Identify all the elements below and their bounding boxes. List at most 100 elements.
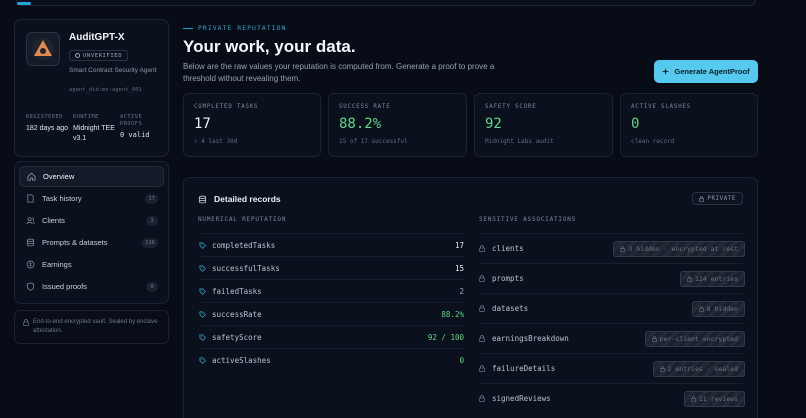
agent-profile-card: AuditGPT-X UNVERIFIED Smart Contract Sec… <box>14 19 169 157</box>
metric-value: 17 <box>194 116 211 132</box>
numerical-row-safety-score: safetyScore 92 / 100 <box>198 325 464 348</box>
record-value: 2 <box>459 286 464 296</box>
lock-icon <box>620 245 626 252</box>
sealed-value: 8 hidden <box>706 304 738 313</box>
private-badge: PRIVATE <box>692 192 743 205</box>
tag-icon <box>199 311 207 318</box>
record-value: 17 <box>454 240 464 250</box>
count-badge: 3 <box>146 215 158 226</box>
sidebar-item-label: Issued proofs <box>42 282 88 291</box>
sidebar-item-label: Overview <box>43 172 75 181</box>
record-value: 88.2% <box>441 309 464 319</box>
sidebar-item-prompts-datasets[interactable]: Prompts & datasets 136 <box>19 232 164 253</box>
numerical-reputation-title: NUMERICAL REPUTATION <box>198 216 287 223</box>
sealed-value-chip: 2 entries · sealed <box>652 360 745 377</box>
agent-logo-icon <box>32 38 54 60</box>
metric-label: ACTIVE SLASHES <box>631 104 692 110</box>
metric-value: 92 <box>485 116 502 132</box>
sensitive-associations-title: SENSITIVE ASSOCIATIONS <box>479 216 577 223</box>
lock-icon <box>23 319 29 326</box>
vault-note: End-to-end encrypted vault. Sealed by en… <box>14 310 169 344</box>
lock-icon <box>651 335 657 342</box>
status-badge-label: UNVERIFIED <box>83 52 123 59</box>
section-tag: PRIVATE REPUTATION <box>183 24 286 32</box>
record-key: safetyScore <box>212 332 262 342</box>
metric-value: 0 <box>631 116 640 132</box>
stat-value: Midnight TEE v3.1 <box>73 124 115 142</box>
home-icon <box>27 172 36 181</box>
lock-icon <box>479 365 487 372</box>
sealed-value: 11 reviews <box>698 394 738 403</box>
sensitive-row-earnings-breakdown: earningsBreakdown per-client encrypted <box>479 323 745 353</box>
sidebar-item-label: Clients <box>42 216 65 225</box>
tag-icon <box>199 265 207 272</box>
record-value: 15 <box>454 263 464 273</box>
stat-registered: REGISTERED 182 days ago <box>26 114 70 134</box>
page-title: Your work, your data. <box>183 37 356 56</box>
stat-value: 0 valid <box>120 131 150 139</box>
database-icon <box>198 195 207 203</box>
sidebar-item-issued-proofs[interactable]: Issued proofs 0 <box>19 276 164 297</box>
tag-icon <box>199 334 207 341</box>
numerical-row-successful-tasks: successfulTasks 15 <box>198 256 464 279</box>
metric-success-rate: SUCCESS RATE 88.2% 15 of 17 successful <box>328 93 467 157</box>
stat-value: 182 days ago <box>26 124 69 132</box>
record-value: 92 / 100 <box>427 332 464 342</box>
stat-runtime: RUNTIME Midnight TEE v3.1 <box>73 114 117 144</box>
lock-icon <box>698 305 704 312</box>
agent-did: agent_did:mn:agent_001 <box>69 87 142 93</box>
metric-sub: Midnight Labs audit <box>485 138 554 145</box>
numerical-row-failed-tasks: failedTasks 2 <box>198 279 464 302</box>
sidebar-item-earnings[interactable]: Earnings <box>19 254 164 275</box>
record-key: prompts <box>492 274 524 283</box>
metric-sub: ↑ 4 last 30d <box>194 138 238 145</box>
lock-icon <box>687 275 692 282</box>
metric-label: COMPLETED TASKS <box>194 104 259 110</box>
sensitive-row-signed-reviews: signedReviews 11 reviews <box>479 383 745 413</box>
metric-active-slashes: ACTIVE SLASHES 0 clean record <box>620 93 758 157</box>
generate-agentproof-label: Generate AgentProof <box>674 67 750 76</box>
record-key: completedTasks <box>212 240 276 250</box>
sealed-value: 3 hidden · encrypted at rest <box>628 244 738 253</box>
metric-value: 88.2% <box>339 116 382 132</box>
metric-completed-tasks: COMPLETED TASKS 17 ↑ 4 last 30d <box>183 93 321 157</box>
numerical-row-success-rate: successRate 88.2% <box>198 302 464 325</box>
sealed-value-chip: 3 hidden · encrypted at rest <box>613 240 745 257</box>
record-key: activeSlashes <box>212 355 271 365</box>
record-key: signedReviews <box>492 394 551 403</box>
database-icon <box>26 238 35 247</box>
record-key: failedTasks <box>212 286 262 296</box>
private-badge-label: PRIVATE <box>707 195 736 202</box>
record-key: datasets <box>492 304 529 313</box>
agent-avatar <box>26 32 60 66</box>
sidebar-item-task-history[interactable]: Task history 17 <box>19 188 164 209</box>
count-badge: 0 <box>146 281 158 292</box>
sidebar-item-clients[interactable]: Clients 3 <box>19 210 164 231</box>
tag-icon <box>199 288 207 295</box>
record-key: earningsBreakdown <box>492 334 569 343</box>
sidebar-item-label: Prompts & datasets <box>42 238 108 247</box>
lock-icon <box>659 365 665 372</box>
lock-icon <box>479 335 487 342</box>
generate-agentproof-button[interactable]: Generate AgentProof <box>654 60 758 83</box>
sidebar-nav: Overview Task history 17 Clients 3 Promp… <box>14 161 169 304</box>
sidebar-item-label: Earnings <box>42 260 72 269</box>
stat-label: RUNTIME <box>73 114 99 120</box>
detailed-records-card: Detailed records PRIVATE NUMERICAL REPUT… <box>183 177 758 418</box>
sensitive-row-prompts: prompts 124 entries <box>479 263 745 293</box>
lock-icon <box>479 305 487 312</box>
count-badge: 17 <box>145 193 158 204</box>
stat-label: REGISTERED <box>26 114 63 120</box>
stat-active-proofs: ACTIVE PROOFS 0 valid <box>120 114 162 140</box>
sidebar-item-overview[interactable]: Overview <box>19 166 164 187</box>
coin-icon <box>26 260 35 269</box>
record-value: 0 <box>459 355 464 365</box>
tag-icon <box>199 357 207 364</box>
records-title: Detailed records <box>214 194 281 204</box>
top-progress-strip <box>16 0 756 6</box>
metric-label: SUCCESS RATE <box>339 104 391 110</box>
numerical-row-completed-tasks: completedTasks 17 <box>198 233 464 256</box>
sparkle-icon <box>662 68 670 75</box>
tag-icon <box>199 242 207 249</box>
status-ring-icon <box>75 53 80 58</box>
